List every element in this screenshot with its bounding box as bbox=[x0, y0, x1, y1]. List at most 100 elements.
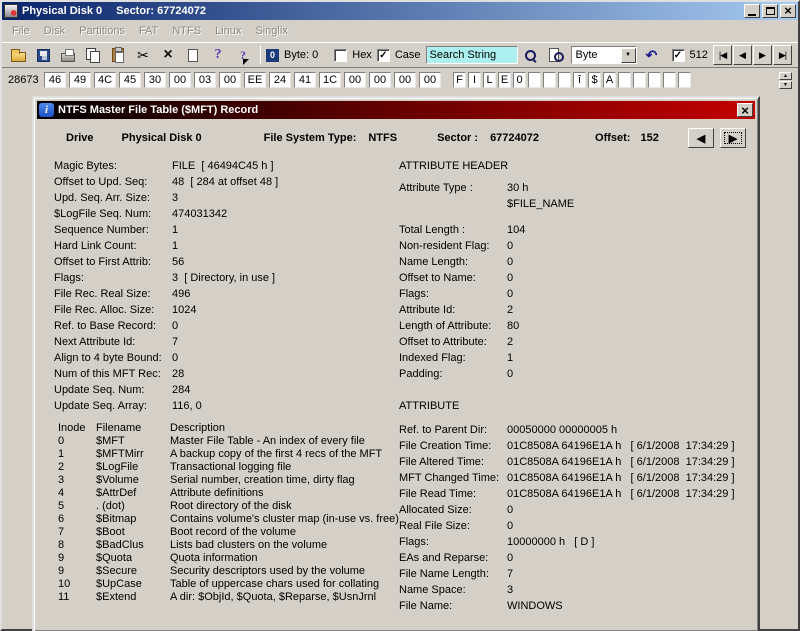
menu-item[interactable]: FAT bbox=[132, 22, 165, 40]
hex-char-cell[interactable]: A bbox=[603, 72, 616, 88]
hex-byte-cell[interactable]: 1C bbox=[319, 72, 341, 88]
search-preview-button[interactable] bbox=[544, 44, 568, 66]
hex-byte-cell[interactable]: EE bbox=[244, 72, 266, 88]
inode-row: 2 $LogFile Transactional logging file bbox=[58, 461, 399, 474]
next-record-button[interactable] bbox=[720, 128, 746, 148]
hex-byte-cell[interactable]: 00 bbox=[419, 72, 441, 88]
hex-byte-cell[interactable]: 4C bbox=[94, 72, 116, 88]
hex-byte-cell[interactable]: 03 bbox=[194, 72, 216, 88]
maximize-button[interactable] bbox=[762, 4, 778, 18]
hex-byte-cell[interactable]: 00 bbox=[394, 72, 416, 88]
inode-row: 9 $Secure Security descriptors used by t… bbox=[58, 565, 399, 578]
nav-next-button[interactable] bbox=[753, 45, 772, 65]
new-button[interactable] bbox=[181, 44, 205, 66]
field-label: Next Attribute Id: bbox=[54, 336, 136, 348]
field-label: Offset to First Attrib: bbox=[54, 256, 151, 268]
field-value: 1 bbox=[172, 224, 179, 236]
close-button[interactable] bbox=[780, 4, 796, 18]
search-input[interactable] bbox=[425, 46, 518, 64]
hex-char-cell[interactable] bbox=[678, 72, 691, 88]
hex-char-cell[interactable]: E bbox=[498, 72, 511, 88]
hex-byte-cell[interactable]: 00 bbox=[369, 72, 391, 88]
field-label: File Rec. Alloc. Size: bbox=[54, 304, 155, 316]
inode-row: 9 $Quota Quota information bbox=[58, 552, 399, 565]
spin-up-icon[interactable] bbox=[779, 71, 792, 80]
hex-char-cell[interactable] bbox=[663, 72, 676, 88]
hex-char-cell[interactable]: $ bbox=[588, 72, 601, 88]
field-row: Num of this MFT Rec: 28 bbox=[54, 366, 399, 382]
record-pager bbox=[688, 128, 746, 148]
inode-rows: 0 $MFT Master File Table - An index of e… bbox=[58, 435, 399, 604]
delete-button[interactable] bbox=[156, 44, 180, 66]
field-row: Name Length: 0 bbox=[399, 254, 758, 270]
inode-row: 0 $MFT Master File Table - An index of e… bbox=[58, 435, 399, 448]
save-button[interactable] bbox=[31, 44, 55, 66]
previous-record-button[interactable] bbox=[688, 128, 714, 148]
nav-previous-button[interactable] bbox=[733, 45, 752, 65]
undo-button[interactable] bbox=[640, 44, 664, 66]
block-512-checkbox[interactable] bbox=[671, 48, 685, 62]
inode-cell: 11 bbox=[58, 591, 70, 603]
context-help-button[interactable] bbox=[231, 44, 255, 66]
case-checkbox[interactable] bbox=[376, 48, 390, 62]
minimize-button[interactable] bbox=[744, 4, 760, 18]
hex-byte-cell[interactable]: 49 bbox=[69, 72, 91, 88]
unit-combo[interactable]: Byte bbox=[570, 46, 637, 64]
dialog-close-button[interactable] bbox=[737, 103, 753, 117]
drive-value: Physical Disk 0 bbox=[121, 132, 202, 144]
field-row: EAs and Reparse: 0 bbox=[399, 550, 758, 566]
hex-byte-cell[interactable]: 24 bbox=[269, 72, 291, 88]
open-button[interactable] bbox=[6, 44, 30, 66]
app-window: { "window": { "title_drive": "Physical D… bbox=[0, 0, 800, 631]
hex-byte-cell[interactable]: 41 bbox=[294, 72, 316, 88]
inode-row: 11 $Extend A dir: $ObjId, $Quota, $Repar… bbox=[58, 591, 399, 604]
cut-button[interactable] bbox=[131, 44, 155, 66]
nav-last-button[interactable] bbox=[773, 45, 792, 65]
field-row: Offset to Attribute: 2 bbox=[399, 334, 758, 350]
filename-cell: $MFT bbox=[96, 435, 125, 447]
paste-button[interactable] bbox=[106, 44, 130, 66]
menu-item[interactable]: File bbox=[5, 22, 37, 40]
offset-value: 152 bbox=[640, 132, 659, 144]
hex-char-cell[interactable]: î bbox=[573, 72, 586, 88]
help-button[interactable] bbox=[206, 44, 230, 66]
hex-char-cell[interactable] bbox=[633, 72, 646, 88]
field-value: 0 bbox=[507, 240, 514, 252]
search-button[interactable] bbox=[519, 44, 543, 66]
spin-down-icon[interactable] bbox=[779, 80, 792, 89]
menu-item[interactable]: Singlix bbox=[248, 22, 294, 40]
print-button[interactable] bbox=[56, 44, 80, 66]
field-row: Ref. to Base Record: 0 bbox=[54, 318, 399, 334]
field-label: Upd. Seq. Arr. Size: bbox=[54, 192, 150, 204]
filename-cell: $Secure bbox=[96, 565, 137, 577]
hex-char-cell[interactable] bbox=[543, 72, 556, 88]
description-cell: Transactional logging file bbox=[170, 461, 292, 473]
menu-item[interactable]: NTFS bbox=[165, 22, 208, 40]
hex-row: 28673 46 49 4C 45 30 00 03 00 EE 24 41 1C 00 00 00 00 F… bbox=[2, 68, 798, 92]
hex-checkbox[interactable] bbox=[334, 48, 348, 62]
hex-byte-cell[interactable]: 30 bbox=[144, 72, 166, 88]
nav-first-button[interactable] bbox=[713, 45, 732, 65]
hex-byte-cell[interactable]: 00 bbox=[169, 72, 191, 88]
hex-byte-cell[interactable]: 45 bbox=[119, 72, 141, 88]
byte-offset-icon bbox=[266, 48, 279, 62]
menu-item[interactable]: Linux bbox=[208, 22, 248, 40]
hex-char-cell[interactable]: L bbox=[483, 72, 496, 88]
hex-char-cell[interactable] bbox=[558, 72, 571, 88]
hex-char-cell[interactable] bbox=[528, 72, 541, 88]
hex-byte-cell[interactable]: 46 bbox=[44, 72, 66, 88]
menu-item[interactable]: Partitions bbox=[72, 22, 132, 40]
hex-char-cell[interactable]: I bbox=[468, 72, 481, 88]
menu-item[interactable]: Disk bbox=[37, 22, 72, 40]
hex-byte-cell[interactable]: 00 bbox=[344, 72, 366, 88]
hex-char-cell[interactable]: 0 bbox=[513, 72, 526, 88]
hex-char-cell[interactable] bbox=[648, 72, 661, 88]
field-label: Num of this MFT Rec: bbox=[54, 368, 161, 380]
field-label: Ref. to Parent Dir: bbox=[399, 424, 488, 436]
chevron-down-icon[interactable] bbox=[620, 47, 636, 63]
hex-byte-cell[interactable]: 00 bbox=[219, 72, 241, 88]
field-row: Flags: 10000000 h [ D ] bbox=[399, 534, 758, 550]
hex-char-cell[interactable] bbox=[618, 72, 631, 88]
copy-button[interactable] bbox=[81, 44, 105, 66]
hex-char-cell[interactable]: F bbox=[453, 72, 466, 88]
